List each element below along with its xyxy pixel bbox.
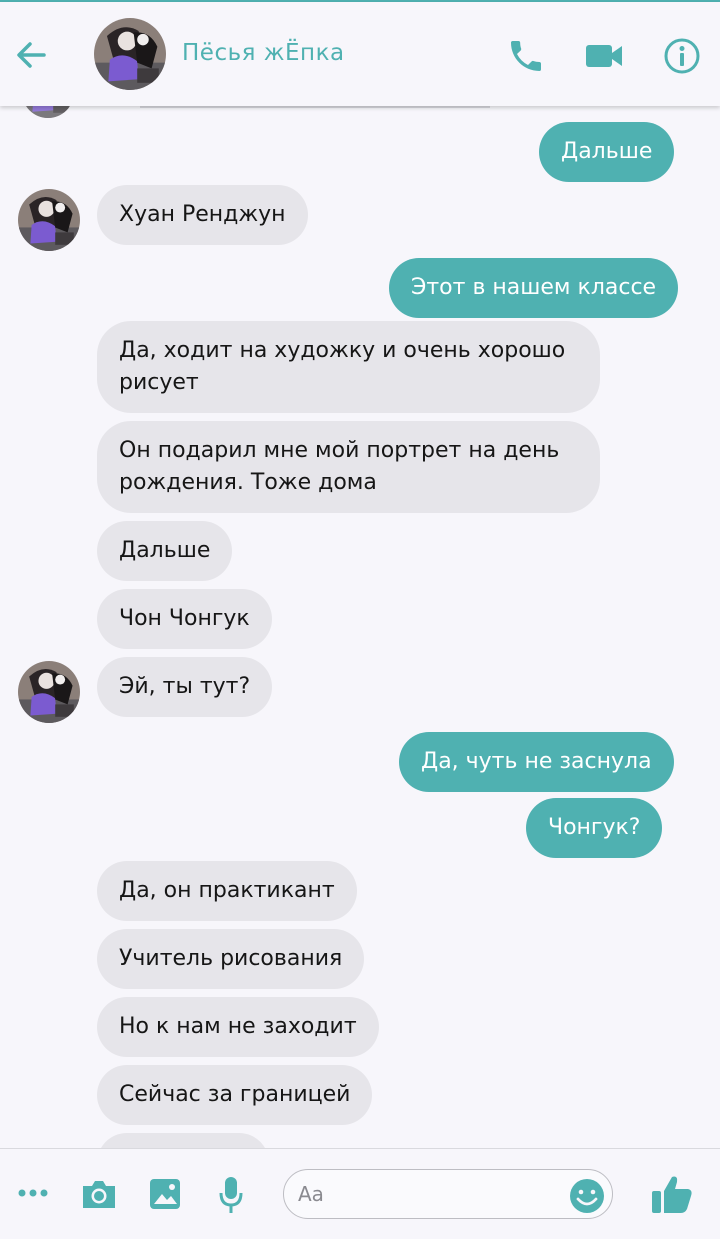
chat-header: Пёсья жЁпка (0, 2, 720, 106)
message-incoming[interactable]: Он подарил мне мой портрет на день рожде… (97, 421, 600, 513)
message-outgoing[interactable]: Этот в нашем классе (389, 258, 679, 318)
info-icon[interactable] (662, 36, 702, 76)
message-incoming[interactable]: Сейчас за границей (97, 1065, 373, 1125)
video-camera-icon[interactable] (584, 38, 624, 74)
message-incoming[interactable]: Дальше (97, 521, 233, 581)
message-incoming[interactable]: Но к нам не заходит (97, 997, 379, 1057)
divider (140, 106, 490, 108)
contact-avatar[interactable] (18, 189, 80, 251)
microphone-icon[interactable] (218, 1175, 244, 1215)
contact-avatar[interactable] (18, 661, 80, 723)
message-incoming[interactable] (97, 1133, 269, 1148)
thumbs-up-icon[interactable] (650, 1173, 694, 1215)
more-icon[interactable] (18, 1185, 48, 1201)
message-outgoing[interactable]: Чонгук? (526, 798, 663, 858)
message-incoming[interactable]: Учитель рисования (97, 929, 365, 989)
message-incoming[interactable]: Чон Чонгук (97, 589, 272, 649)
camera-icon[interactable] (80, 1177, 118, 1211)
message-incoming[interactable]: Хуан Ренджун (97, 185, 308, 245)
emoji-icon[interactable] (568, 1177, 606, 1215)
message-thread[interactable]: Дальше Хуан Ренджун Этот в нашем классе … (0, 106, 720, 1148)
message-input[interactable] (283, 1169, 613, 1219)
message-outgoing[interactable]: Дальше (539, 122, 675, 182)
chat-title[interactable]: Пёсья жЁпка (182, 40, 345, 66)
message-composer (0, 1148, 720, 1239)
contact-avatar[interactable] (94, 18, 166, 90)
phone-icon[interactable] (506, 36, 546, 76)
image-icon[interactable] (148, 1177, 182, 1211)
message-incoming[interactable]: Да, он практикант (97, 861, 357, 921)
message-incoming[interactable]: Да, ходит на художку и очень хорошо рису… (97, 321, 600, 413)
back-arrow-icon[interactable] (14, 38, 48, 72)
message-incoming[interactable]: Эй, ты тут? (97, 657, 273, 717)
contact-avatar (22, 106, 74, 118)
message-outgoing[interactable]: Да, чуть не заснула (399, 732, 674, 792)
